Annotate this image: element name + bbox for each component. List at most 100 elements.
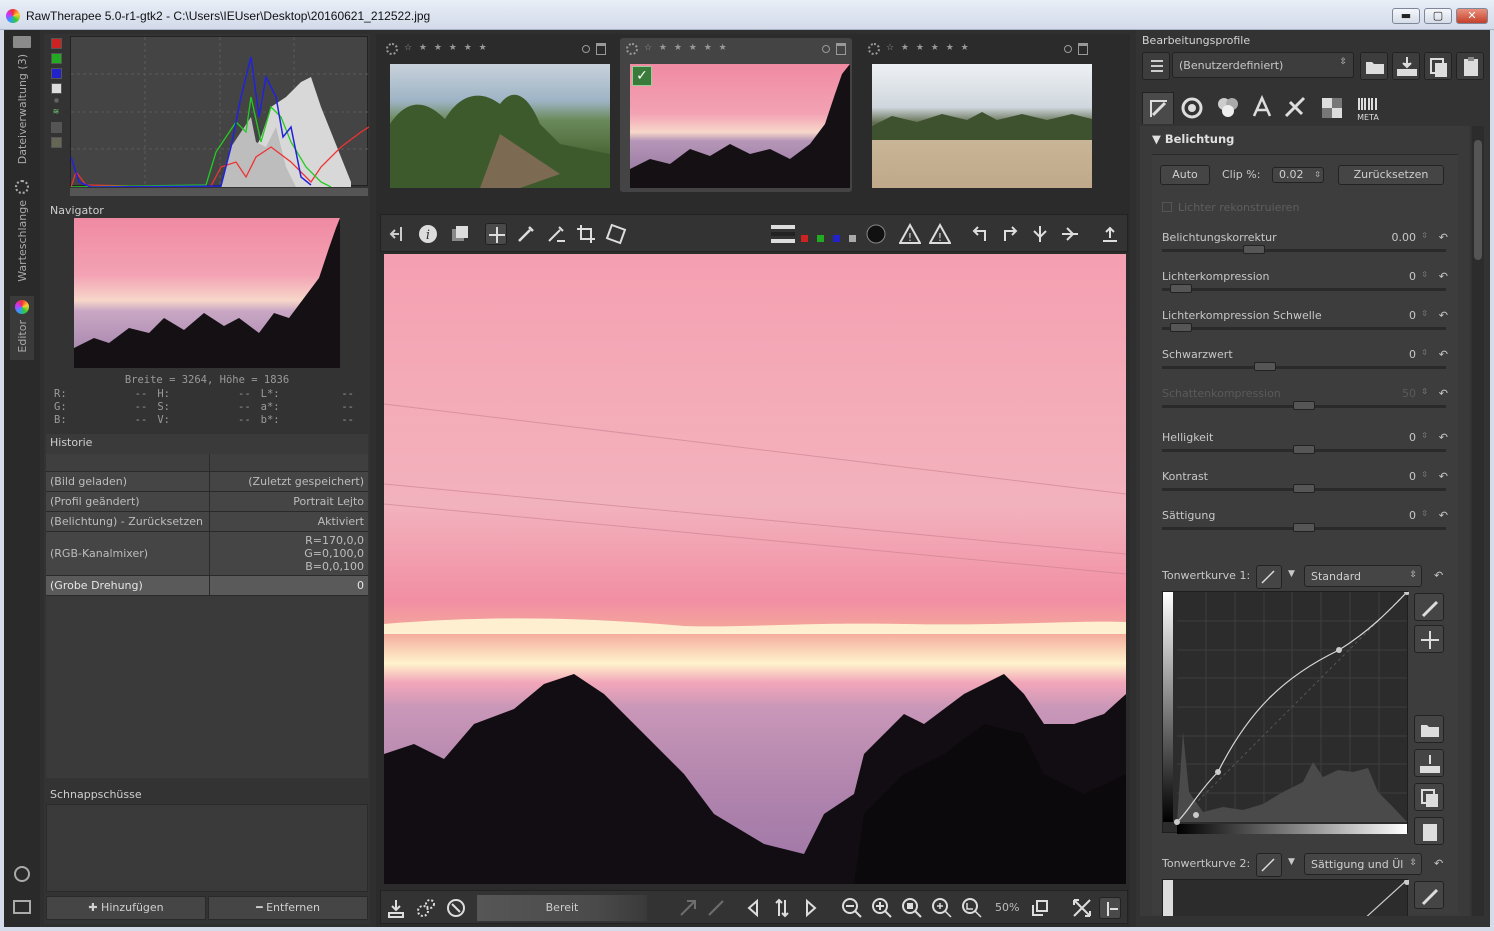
close-button[interactable]: ✕ bbox=[1456, 8, 1488, 24]
zoom-out-icon[interactable] bbox=[841, 897, 863, 919]
queue-image-icon[interactable] bbox=[415, 897, 437, 919]
history-row[interactable]: (Profil geändert) Portrait Lejto bbox=[46, 492, 368, 512]
curve-paste-icon[interactable] bbox=[1414, 817, 1444, 845]
updown-icon[interactable]: ⇳ bbox=[1421, 431, 1428, 440]
hide-right-panel-icon[interactable] bbox=[1099, 897, 1121, 919]
tone-curve-1-mode-dropdown[interactable]: Standard ⇳ bbox=[1304, 565, 1422, 587]
curve-load-icon[interactable] bbox=[1414, 715, 1444, 743]
reset-icon[interactable]: ↶ bbox=[1439, 270, 1448, 283]
curve-pencil-icon[interactable] bbox=[1414, 881, 1444, 909]
slider-value[interactable]: 0 bbox=[1409, 309, 1416, 322]
zoom-100-icon[interactable] bbox=[901, 897, 923, 919]
external-editor-icon[interactable] bbox=[445, 897, 467, 919]
profile-dropdown[interactable]: (Benutzerdefiniert) ⇳ bbox=[1172, 52, 1354, 78]
updown-icon[interactable]: ⇳ bbox=[1421, 270, 1428, 279]
history-row[interactable]: (RGB-Kanalmixer) R=170,0,0 G=0,100,0 B=0… bbox=[46, 532, 368, 576]
history-row[interactable]: (Bild geladen) (Zuletzt gespeichert) bbox=[46, 472, 368, 492]
zoom-fit-crop-icon[interactable] bbox=[961, 897, 983, 919]
trash-icon[interactable] bbox=[1078, 43, 1088, 55]
curve-type-icon[interactable] bbox=[1256, 565, 1282, 589]
histogram-scrollbar[interactable] bbox=[70, 188, 368, 196]
slider-value[interactable]: 0 bbox=[1409, 270, 1416, 283]
film-thumbnail-selected[interactable]: ☆ ★ ★ ★ ★ ★ ✓ bbox=[620, 38, 852, 192]
updown-icon[interactable]: ⇳ bbox=[1421, 309, 1428, 318]
navigator-preview[interactable] bbox=[74, 218, 340, 368]
slider-value[interactable]: 0 bbox=[1409, 431, 1416, 444]
updown-icon[interactable]: ⇳ bbox=[1421, 387, 1428, 396]
tab-file-browser[interactable]: Dateiverwaltung (3) bbox=[10, 36, 34, 164]
reconstruct-highlights-checkbox[interactable]: Lichter rekonstruieren bbox=[1162, 201, 1299, 214]
green-channel-toggle[interactable] bbox=[50, 53, 62, 64]
slider-knob[interactable] bbox=[1254, 362, 1276, 371]
previous-image-icon[interactable] bbox=[743, 897, 765, 919]
updown-icon[interactable]: ⇳ bbox=[1421, 509, 1428, 518]
slider-knob[interactable] bbox=[1293, 523, 1315, 532]
reset-icon[interactable]: ↶ bbox=[1434, 857, 1443, 870]
save-image-icon[interactable] bbox=[385, 897, 407, 919]
save-profile-icon[interactable] bbox=[1392, 52, 1420, 80]
rating-stars[interactable]: ☆ ★ ★ ★ ★ ★ bbox=[404, 43, 489, 53]
tab-detail-icon[interactable] bbox=[1176, 92, 1208, 124]
profile-list-icon[interactable] bbox=[1142, 52, 1170, 80]
background-color-icon[interactable] bbox=[769, 223, 795, 245]
reset-icon[interactable]: ↶ bbox=[1439, 231, 1448, 244]
copy-profile-icon[interactable] bbox=[1424, 52, 1452, 80]
before-after-icon[interactable] bbox=[449, 223, 471, 245]
film-thumbnail[interactable]: ☆ ★ ★ ★ ★ ★ bbox=[380, 38, 612, 192]
minimize-button[interactable]: ▬ bbox=[1392, 8, 1420, 24]
flip-vertical-icon[interactable] bbox=[1029, 223, 1051, 245]
hand-tool-icon[interactable] bbox=[485, 223, 507, 245]
reset-icon[interactable]: ↶ bbox=[1439, 387, 1448, 400]
blue-channel-toggle[interactable] bbox=[50, 68, 62, 79]
reset-icon[interactable]: ↶ bbox=[1439, 348, 1448, 361]
focus-mask-icon[interactable] bbox=[865, 223, 887, 245]
main-image-preview[interactable] bbox=[384, 254, 1126, 884]
slider-value[interactable]: 0 bbox=[1409, 348, 1416, 361]
luminance-toggle[interactable] bbox=[50, 83, 62, 94]
curve-edit-points-icon[interactable] bbox=[1414, 625, 1444, 653]
zoom-fit-icon[interactable] bbox=[931, 897, 953, 919]
slider-value[interactable]: 0 bbox=[1409, 509, 1416, 522]
slider-knob[interactable] bbox=[1170, 284, 1192, 293]
rotate-left-icon[interactable] bbox=[969, 223, 991, 245]
rating-stars[interactable]: ☆ ★ ★ ★ ★ ★ bbox=[886, 43, 971, 53]
slider-value[interactable]: 0 bbox=[1409, 470, 1416, 483]
tone-curve-2-editor[interactable] bbox=[1162, 879, 1410, 916]
slider-track[interactable] bbox=[1162, 327, 1446, 330]
histogram-mode-toggle[interactable] bbox=[50, 137, 62, 148]
slider-knob[interactable] bbox=[1293, 445, 1315, 454]
slider-track[interactable] bbox=[1162, 249, 1446, 252]
reset-icon[interactable]: ↶ bbox=[1439, 509, 1448, 522]
history-row-selected[interactable]: (Grobe Drehung) 0 bbox=[46, 576, 368, 596]
scrollbar-thumb[interactable] bbox=[1474, 140, 1482, 260]
tab-color-icon[interactable] bbox=[1212, 92, 1244, 124]
chroma-toggle[interactable] bbox=[53, 98, 59, 103]
tone-curve-2-mode-dropdown[interactable]: Sättigung und Ül ⇳ bbox=[1304, 853, 1422, 875]
shadow-clip-warning-icon[interactable]: ! bbox=[898, 222, 922, 245]
tab-exposure-icon[interactable] bbox=[1142, 92, 1174, 124]
reset-icon[interactable]: ↶ bbox=[1434, 569, 1443, 582]
channel-preview-icons[interactable] bbox=[799, 223, 859, 245]
curve-copy-icon[interactable] bbox=[1414, 783, 1444, 811]
color-label-icon[interactable] bbox=[822, 45, 830, 53]
slider-track[interactable] bbox=[1162, 366, 1446, 369]
color-label-icon[interactable] bbox=[582, 45, 590, 53]
sync-filmstrip-icon[interactable] bbox=[771, 897, 793, 919]
hide-left-panel-icon[interactable] bbox=[387, 223, 409, 245]
info-icon[interactable]: i bbox=[417, 223, 439, 245]
slider-track[interactable] bbox=[1162, 288, 1446, 291]
crop-icon[interactable] bbox=[575, 223, 597, 245]
trash-icon[interactable] bbox=[836, 43, 846, 55]
maximize-button[interactable]: ▢ bbox=[1424, 8, 1452, 24]
next-image-icon[interactable] bbox=[799, 897, 821, 919]
highlight-clip-warning-icon[interactable]: ! bbox=[928, 222, 952, 245]
new-detail-window-icon[interactable] bbox=[1029, 897, 1051, 919]
tab-transform-icon[interactable] bbox=[1280, 92, 1312, 124]
rating-stars[interactable]: ☆ ★ ★ ★ ★ ★ bbox=[644, 43, 729, 53]
load-profile-icon[interactable] bbox=[1360, 52, 1388, 80]
clip-input[interactable]: 0.02 ⇳ bbox=[1272, 167, 1324, 183]
exposure-section-header[interactable]: ▼ Belichtung bbox=[1152, 132, 1234, 146]
snapshots-list[interactable] bbox=[46, 804, 368, 892]
zoom-in-icon[interactable] bbox=[871, 897, 893, 919]
rotate-right-icon[interactable] bbox=[999, 223, 1021, 245]
